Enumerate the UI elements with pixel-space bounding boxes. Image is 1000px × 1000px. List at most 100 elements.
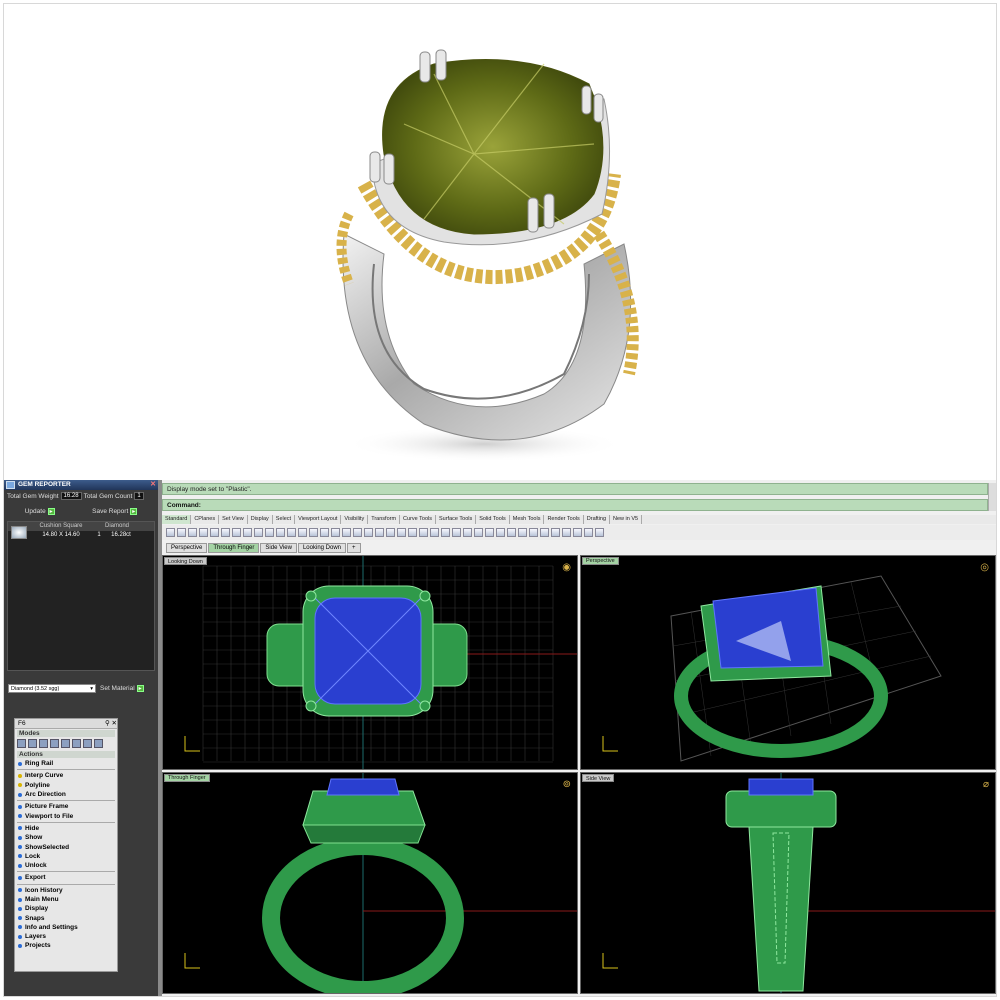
- toolbar-tool-icon[interactable]: [298, 528, 307, 537]
- toolbar-tool-icon[interactable]: [408, 528, 417, 537]
- toolbar-tool-icon[interactable]: [331, 528, 340, 537]
- toolbar-tab[interactable]: New in V5: [610, 515, 643, 524]
- toolbar-tool-icon[interactable]: [529, 528, 538, 537]
- toolbar-tab[interactable]: Viewport Layout: [295, 515, 342, 524]
- viewport-tab[interactable]: Side View: [260, 543, 297, 553]
- mode-settings-icon[interactable]: [50, 739, 59, 748]
- toolbar-tool-icon[interactable]: [232, 528, 241, 537]
- mode-shape-icon[interactable]: [61, 739, 70, 748]
- command-prompt[interactable]: Command:: [162, 499, 988, 511]
- action-item[interactable]: Unlock: [15, 861, 117, 870]
- toolbar-tool-icon[interactable]: [375, 528, 384, 537]
- toolbar-tool-icon[interactable]: [210, 528, 219, 537]
- action-item[interactable]: Hide: [15, 824, 117, 833]
- mode-pen-icon[interactable]: [28, 739, 37, 748]
- toolbar-tool-icon[interactable]: [221, 528, 230, 537]
- toolbar-tool-icon[interactable]: [452, 528, 461, 537]
- action-item[interactable]: ShowSelected: [15, 842, 117, 851]
- viewport-label-bottom-left[interactable]: Through Finger: [164, 774, 210, 782]
- action-item[interactable]: Ring Rail: [15, 759, 117, 768]
- viewport-label-top-right[interactable]: Perspective: [582, 557, 619, 565]
- action-item[interactable]: Main Menu: [15, 895, 117, 904]
- save-report-button[interactable]: Save Report ▸: [92, 508, 138, 515]
- toolbar-tool-icon[interactable]: [353, 528, 362, 537]
- viewport-label-bottom-right[interactable]: Side View: [582, 774, 615, 782]
- toolbar-tab[interactable]: Mesh Tools: [510, 515, 545, 524]
- action-item[interactable]: Projects: [15, 941, 117, 950]
- mode-delete-icon[interactable]: [83, 739, 92, 748]
- toolbar-tool-icon[interactable]: [254, 528, 263, 537]
- close-icon[interactable]: ✕: [150, 480, 156, 490]
- toolbar-tab[interactable]: Render Tools: [544, 515, 584, 524]
- toolbar-tool-icon[interactable]: [463, 528, 472, 537]
- viewport-top-left[interactable]: Looking Down ◉: [162, 555, 578, 770]
- toolbar-tool-icon[interactable]: [320, 528, 329, 537]
- toolbar-tool-icon[interactable]: [309, 528, 318, 537]
- action-item[interactable]: Arc Direction: [15, 790, 117, 799]
- viewport-tab[interactable]: Through Finger: [208, 543, 260, 553]
- action-item[interactable]: Show: [15, 833, 117, 842]
- toolbar-tool-icon[interactable]: [276, 528, 285, 537]
- action-item[interactable]: Icon History: [15, 886, 117, 895]
- toolbar-tool-icon[interactable]: [441, 528, 450, 537]
- toolbar-tool-icon[interactable]: [177, 528, 186, 537]
- toolbar-tool-icon[interactable]: [287, 528, 296, 537]
- toolbar-tool-icon[interactable]: [518, 528, 527, 537]
- material-select[interactable]: Diamond (3.52 sgg) ▾: [8, 684, 96, 693]
- toolbar-tool-icon[interactable]: [265, 528, 274, 537]
- set-material-button[interactable]: Set Material ▸: [100, 685, 144, 692]
- toolbar-tool-icon[interactable]: [496, 528, 505, 537]
- toolbar-tool-icon[interactable]: [419, 528, 428, 537]
- action-item[interactable]: Lock: [15, 852, 117, 861]
- mode-sphere-icon[interactable]: [94, 739, 103, 748]
- toolbar-tool-icon[interactable]: [188, 528, 197, 537]
- toolbar-tool-icon[interactable]: [485, 528, 494, 537]
- viewport-top-right[interactable]: Perspective ◎: [580, 555, 996, 770]
- toolbar-tool-icon[interactable]: [474, 528, 483, 537]
- toolbar-tab[interactable]: Set View: [219, 515, 248, 524]
- toolbar-tool-icon[interactable]: [562, 528, 571, 537]
- update-button[interactable]: Update ▸: [25, 508, 55, 515]
- action-item[interactable]: Picture Frame: [15, 802, 117, 811]
- add-viewport-tab-icon[interactable]: +: [347, 543, 361, 553]
- toolbar-tool-icon[interactable]: [386, 528, 395, 537]
- toolbar-tool-icon[interactable]: [551, 528, 560, 537]
- toolbar-tab[interactable]: Solid Tools: [476, 515, 510, 524]
- toolbar-tool-icon[interactable]: [166, 528, 175, 537]
- action-item[interactable]: Info and Settings: [15, 923, 117, 932]
- viewport-bottom-right[interactable]: Side View ⌀: [580, 772, 996, 994]
- mode-gem-icon[interactable]: [39, 739, 48, 748]
- toolbar-tool-icon[interactable]: [584, 528, 593, 537]
- toolbar-tool-icon[interactable]: [199, 528, 208, 537]
- toolbar-tab[interactable]: CPlanes: [191, 515, 220, 524]
- action-item[interactable]: Interp Curve: [15, 771, 117, 780]
- toolbar-tab[interactable]: Select: [273, 515, 296, 524]
- mode-person-icon[interactable]: [72, 739, 81, 748]
- toolbar-tool-icon[interactable]: [430, 528, 439, 537]
- action-item[interactable]: Layers: [15, 932, 117, 941]
- viewport-label-top-left[interactable]: Looking Down: [164, 557, 207, 565]
- viewport-tab[interactable]: Perspective: [166, 543, 208, 553]
- toolbar-tab[interactable]: Transform: [368, 515, 401, 524]
- action-item[interactable]: Polyline: [15, 781, 117, 790]
- gem-table-row[interactable]: 14.80 X 14.60 1 16.28ct: [8, 531, 154, 540]
- viewport-bottom-left[interactable]: Through Finger ⊚: [162, 772, 578, 994]
- viewport-tab[interactable]: Looking Down: [297, 543, 346, 553]
- mode-select-icon[interactable]: [17, 739, 26, 748]
- toolbar-tool-icon[interactable]: [243, 528, 252, 537]
- toolbar-tab[interactable]: Display: [248, 515, 273, 524]
- toolbar-tab[interactable]: Drafting: [584, 515, 611, 524]
- toolbar-tool-icon[interactable]: [397, 528, 406, 537]
- action-item[interactable]: Export: [15, 873, 117, 882]
- action-item[interactable]: Viewport to File: [15, 811, 117, 820]
- toolbar-tool-icon[interactable]: [342, 528, 351, 537]
- pin-close-icons[interactable]: ⚲ ✕: [105, 719, 117, 728]
- toolbar-tool-icon[interactable]: [364, 528, 373, 537]
- toolbar-tool-icon[interactable]: [507, 528, 516, 537]
- toolbar-tab[interactable]: Surface Tools: [436, 515, 477, 524]
- toolbar-tool-icon[interactable]: [573, 528, 582, 537]
- toolbar-tab[interactable]: Curve Tools: [400, 515, 436, 524]
- action-item[interactable]: Display: [15, 904, 117, 913]
- toolbar-tab[interactable]: Visibility: [341, 515, 369, 524]
- toolbar-tab[interactable]: Standard: [162, 515, 192, 524]
